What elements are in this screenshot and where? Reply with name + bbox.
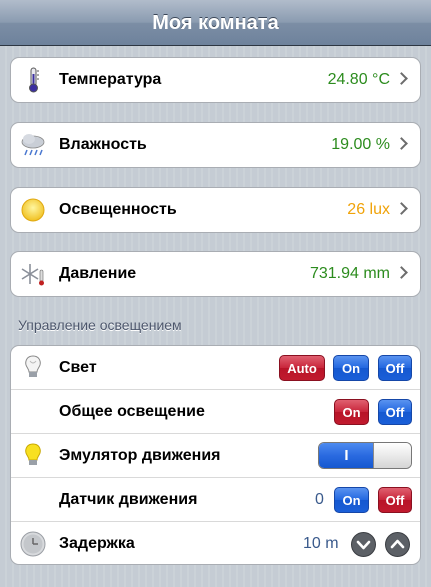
thermometer-icon	[29, 67, 39, 93]
chevron-right-icon	[395, 72, 408, 85]
sun-icon	[21, 198, 45, 222]
motion-sensor-off-button[interactable]: Off	[378, 487, 412, 513]
illumination-card[interactable]: Освещенность 26 lux	[10, 187, 421, 233]
chevron-up-icon[interactable]	[385, 532, 410, 557]
chevron-right-icon	[395, 202, 408, 215]
light-label: Свет	[59, 359, 97, 376]
motion-sensor-row: Датчик движения 0 On Off	[11, 478, 420, 522]
snowflake-thermometer-icon	[21, 264, 44, 286]
toggle-knob[interactable]	[373, 443, 411, 468]
illumination-label: Освещенность	[59, 201, 177, 218]
light-auto-button[interactable]: Auto	[279, 355, 325, 381]
page-title: Моя комната	[152, 12, 279, 34]
clock-icon	[20, 531, 46, 557]
general-lighting-off-button[interactable]: Off	[378, 399, 412, 425]
light-on-button[interactable]: On	[333, 355, 369, 381]
motion-sensor-on-button[interactable]: On	[334, 487, 369, 513]
general-lighting-label: Общее освещение	[59, 403, 205, 420]
delay-label: Задержка	[59, 535, 135, 552]
motion-sensor-label: Датчик движения	[59, 491, 198, 508]
temperature-label: Температура	[59, 71, 162, 88]
temperature-value: 24.80 °C	[327, 71, 390, 88]
chevron-right-icon	[395, 266, 408, 279]
general-lighting-on-button[interactable]: On	[334, 399, 369, 425]
section-title-lighting: Управление освещением	[18, 317, 182, 333]
chevron-down-icon[interactable]	[351, 532, 376, 557]
illumination-value: 26 lux	[347, 201, 390, 218]
motion-emulator-row: Эмулятор движения I	[11, 434, 420, 478]
motion-emulator-toggle[interactable]: I	[318, 442, 412, 469]
delay-value: 10 m	[303, 535, 339, 552]
pressure-card[interactable]: Давление 731.94 mm	[10, 251, 421, 297]
general-lighting-row: Общее освещение On Off	[11, 390, 420, 434]
temperature-card[interactable]: Температура 24.80 °C	[10, 57, 421, 103]
humidity-label: Влажность	[59, 136, 147, 153]
rain-cloud-icon	[21, 134, 45, 156]
lightbulb-icon	[25, 355, 41, 377]
light-row: Свет Auto On Off	[11, 346, 420, 390]
pressure-label: Давление	[59, 265, 137, 282]
motion-sensor-value: 0	[315, 491, 324, 508]
humidity-value: 19.00 %	[331, 136, 390, 153]
pressure-value: 731.94 mm	[309, 265, 390, 282]
humidity-card[interactable]: Влажность 19.00 %	[10, 122, 421, 168]
delay-row: Задержка 10 m	[11, 522, 420, 565]
motion-emulator-label: Эмулятор движения	[59, 447, 221, 464]
toggle-on-indicator: I	[319, 443, 374, 468]
nav-bar: Моя комната	[0, 0, 431, 46]
yellow-bulb-icon	[25, 443, 41, 465]
lighting-control-group: Свет Auto On Off Общее освещение On Off …	[10, 345, 421, 565]
chevron-right-icon	[395, 137, 408, 150]
light-off-button[interactable]: Off	[378, 355, 412, 381]
